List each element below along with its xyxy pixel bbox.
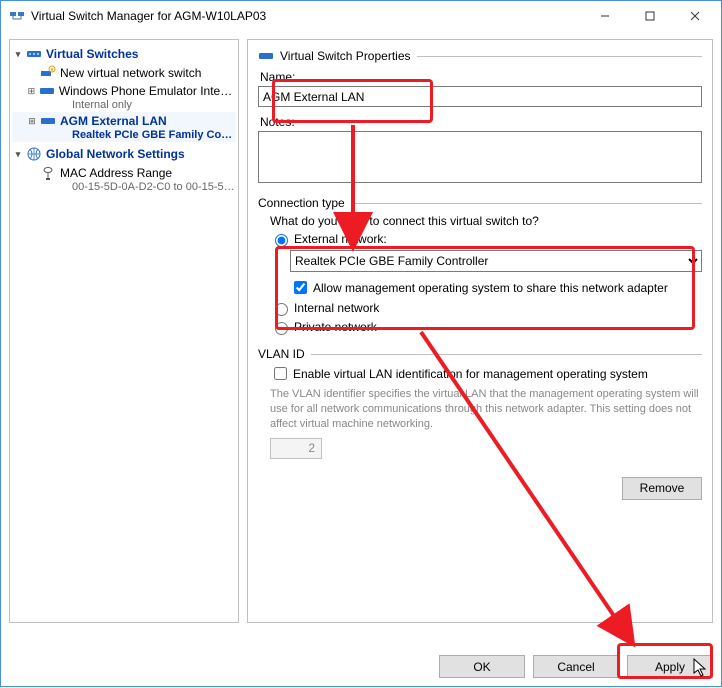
share-label: Allow management operating system to sha… xyxy=(313,281,668,295)
radio-internal-row[interactable]: Internal network xyxy=(270,300,702,316)
maximize-button[interactable] xyxy=(627,1,672,31)
minimize-button[interactable] xyxy=(582,1,627,31)
radio-external-label: External network: xyxy=(294,232,387,246)
connection-prompt: What do you want to connect this virtual… xyxy=(270,214,702,228)
tree-item-sublabel: Internal only xyxy=(26,99,236,111)
tree-item-label: Windows Phone Emulator Internal … xyxy=(59,84,236,98)
share-checkbox[interactable] xyxy=(294,281,307,294)
titlebar: Virtual Switch Manager for AGM-W10LAP03 xyxy=(1,1,721,31)
vlan-check-label: Enable virtual LAN identification for ma… xyxy=(293,367,648,381)
ok-button[interactable]: OK xyxy=(439,655,525,678)
expander-plus-icon[interactable]: ⊞ xyxy=(26,85,37,97)
tree-item-sublabel: Realtek PCIe GBE Family Cont… xyxy=(26,129,236,141)
switch-icon xyxy=(39,83,55,99)
tree-item-agm[interactable]: ⊞ AGM External LAN Realtek PCIe GBE Fami… xyxy=(12,112,236,142)
tree-item-wpe[interactable]: ⊞ Windows Phone Emulator Internal … Inte… xyxy=(12,82,236,112)
radio-external-row[interactable]: External network: xyxy=(270,231,702,247)
radio-external[interactable] xyxy=(275,234,288,247)
tree-item-new-switch[interactable]: ★ New virtual network switch xyxy=(12,64,236,82)
remove-button[interactable]: Remove xyxy=(622,477,702,500)
new-switch-icon: ★ xyxy=(40,65,56,81)
apply-button[interactable]: Apply xyxy=(627,655,713,678)
chevron-down-icon[interactable]: ▾ xyxy=(12,148,24,160)
switch-icon xyxy=(26,46,42,62)
tree-section-label: Global Network Settings xyxy=(46,147,185,161)
adapter-select[interactable]: Realtek PCIe GBE Family Controller xyxy=(290,250,702,272)
vlan-description: The VLAN identifier specifies the virtua… xyxy=(270,387,702,432)
window-title: Virtual Switch Manager for AGM-W10LAP03 xyxy=(31,9,582,23)
tree-section-label: Virtual Switches xyxy=(46,47,138,61)
expander-plus-icon[interactable]: ⊞ xyxy=(26,115,38,127)
tree-item-label: MAC Address Range xyxy=(60,166,172,180)
tree-item-label: New virtual network switch xyxy=(60,66,201,80)
notes-label: Notes: xyxy=(260,115,702,129)
mac-icon xyxy=(40,165,56,181)
radio-private-label: Private network xyxy=(294,320,377,334)
dialog-button-bar: OK Cancel Apply xyxy=(9,649,713,678)
tree-item-mac[interactable]: MAC Address Range 00-15-5D-0A-D2-C0 to 0… xyxy=(12,164,236,194)
switch-icon xyxy=(40,113,56,129)
radio-internal-label: Internal network xyxy=(294,301,379,315)
tree-pane: ▾ Virtual Switches ★ New virtual network… xyxy=(9,39,239,623)
name-label: Name: xyxy=(260,70,702,84)
vlan-id-input xyxy=(270,438,322,459)
tree-item-label: AGM External LAN xyxy=(60,114,167,128)
radio-internal[interactable] xyxy=(275,303,288,316)
radio-private-row[interactable]: Private network xyxy=(270,319,702,335)
group-header: Virtual Switch Properties xyxy=(258,48,702,64)
vlan-title: VLAN ID xyxy=(258,347,305,361)
notes-textarea[interactable] xyxy=(258,131,702,183)
cancel-button[interactable]: Cancel xyxy=(533,655,619,678)
switch-icon xyxy=(258,48,274,64)
vlan-checkbox[interactable] xyxy=(274,367,287,380)
name-input[interactable] xyxy=(258,86,702,107)
tree-section-global[interactable]: ▾ Global Network Settings xyxy=(12,144,236,164)
connection-type-title: Connection type xyxy=(258,196,345,210)
close-button[interactable] xyxy=(672,1,717,31)
app-icon xyxy=(9,8,25,24)
tree-section-virtual-switches[interactable]: ▾ Virtual Switches xyxy=(12,44,236,64)
tree-item-sublabel: 00-15-5D-0A-D2-C0 to 00-15-5D-0… xyxy=(26,181,236,193)
chevron-down-icon[interactable]: ▾ xyxy=(12,48,24,60)
radio-private[interactable] xyxy=(275,322,288,335)
properties-pane: Virtual Switch Properties Name: Notes: C… xyxy=(247,39,713,623)
group-title: Virtual Switch Properties xyxy=(280,49,411,63)
svg-text:★: ★ xyxy=(50,67,55,73)
globe-icon xyxy=(26,146,42,162)
